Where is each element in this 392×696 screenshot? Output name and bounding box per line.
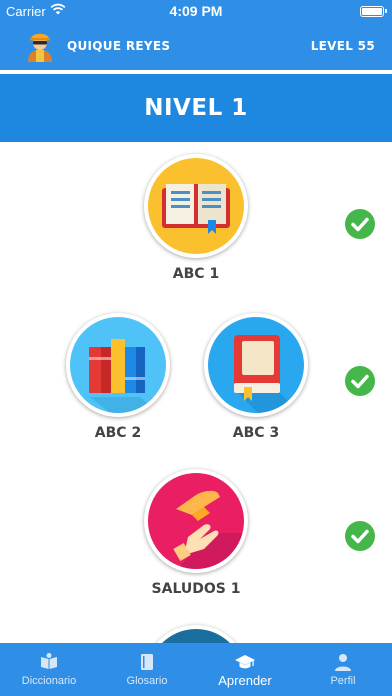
lesson-abc-1[interactable]: ABC 1 bbox=[136, 154, 256, 282]
profile-icon bbox=[335, 654, 351, 671]
glossary-icon bbox=[141, 654, 153, 670]
clock: 4:09 PM bbox=[169, 3, 223, 19]
check-icon bbox=[345, 366, 375, 396]
lesson-label: ABC 2 bbox=[94, 425, 142, 441]
lesson-abc-3-circle[interactable] bbox=[204, 313, 308, 417]
lesson-saludos-1[interactable]: SALUDOS 1 bbox=[136, 469, 256, 597]
lesson-label: SALUDOS 1 bbox=[151, 581, 241, 597]
tab-bar: Diccionario Glosario Aprender Perfil bbox=[0, 643, 392, 696]
tab-aprender[interactable]: Aprender bbox=[196, 643, 294, 696]
lesson-label: ABC 3 bbox=[232, 425, 280, 441]
level-banner: NIVEL 1 bbox=[0, 74, 392, 142]
user-name: QUIQUE REYES bbox=[67, 39, 171, 53]
closed-book-icon bbox=[234, 335, 300, 413]
books-icon bbox=[89, 339, 160, 413]
lesson-abc-3[interactable]: ABC 3 bbox=[196, 313, 316, 441]
lesson-abc-2-circle[interactable] bbox=[66, 313, 170, 417]
tab-perfil[interactable]: Perfil bbox=[294, 643, 392, 696]
open-book-icon bbox=[162, 184, 230, 234]
level-label: LEVEL 55 bbox=[310, 39, 375, 53]
handshake-icon bbox=[173, 490, 244, 569]
tab-label: Glosario bbox=[126, 675, 168, 687]
check-icon bbox=[345, 521, 375, 551]
graduation-cap-icon bbox=[235, 655, 255, 669]
tab-label: Perfil bbox=[330, 675, 356, 687]
dictionary-icon bbox=[41, 653, 57, 669]
lesson-label: ABC 1 bbox=[172, 266, 220, 282]
app-header: QUIQUE REYES LEVEL 55 bbox=[0, 22, 392, 70]
lesson-abc-1-circle[interactable] bbox=[144, 154, 248, 258]
tab-glosario[interactable]: Glosario bbox=[98, 643, 196, 696]
tab-label: Aprender bbox=[218, 673, 272, 688]
check-icon bbox=[345, 209, 375, 239]
avatar[interactable] bbox=[24, 28, 56, 62]
level-title: NIVEL 1 bbox=[144, 95, 248, 121]
tab-label: Diccionario bbox=[21, 675, 77, 687]
battery-icon bbox=[360, 6, 387, 17]
lesson-saludos-1-circle[interactable] bbox=[144, 469, 248, 573]
status-bar: Carrier 4:09 PM bbox=[0, 0, 392, 22]
tab-diccionario[interactable]: Diccionario bbox=[0, 643, 98, 696]
lesson-abc-2[interactable]: ABC 2 bbox=[58, 313, 178, 441]
